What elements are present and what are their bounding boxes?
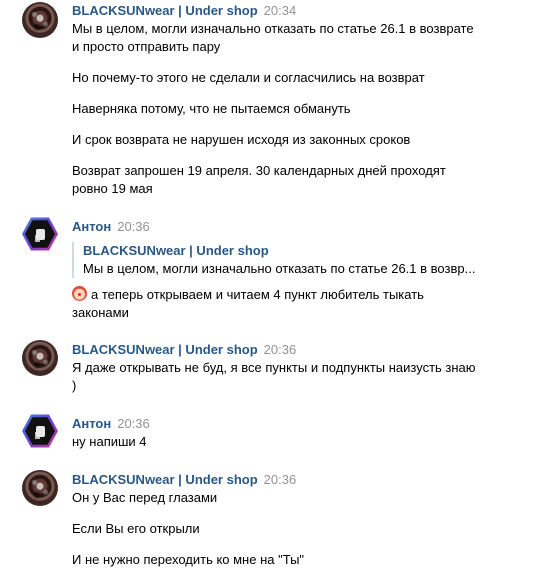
message-text-span: а теперь открываем и читаем 4 пункт люби… [91,287,424,302]
avatar[interactable] [22,414,58,448]
message-text: Если Вы его открыли [72,521,200,536]
message-text: Мы в целом, могли изначально отказать по… [72,21,474,36]
message-text: Но почему-то этого не сделали и согласчи… [72,70,425,85]
message-text: а теперь открываем и читаем 4 пункт люби… [72,286,424,304]
quote-text: Мы в целом, могли изначально отказать по… [83,261,476,276]
avatar[interactable] [22,470,58,506]
message-time[interactable]: 20:36 [117,219,150,234]
message-header: BLACKSUNwear | Under shop 20:36 [72,471,296,489]
reply-quote[interactable]: BLACKSUNwear | Under shop Мы в целом, мо… [72,242,503,278]
message-text: И срок возврата не нарушен исходя из зак… [72,132,411,147]
clown-face-icon [72,286,87,301]
message-header: BLACKSUNwear | Under shop 20:36 [72,341,296,359]
message-text: Я даже открывать не буд, я все пункты и … [72,360,476,375]
author-name[interactable]: Антон [72,416,111,431]
message-text: ну напиши 4 [72,434,147,449]
message-time[interactable]: 20:34 [264,3,297,18]
avatar[interactable] [22,2,58,38]
quote-author: BLACKSUNwear | Under shop [83,243,269,258]
message-text: Он у Вас перед глазами [72,490,218,505]
author-name[interactable]: BLACKSUNwear | Under shop [72,472,258,487]
message-header: BLACKSUNwear | Under shop 20:34 [72,2,296,20]
message-text: законами [72,305,129,320]
message-text: ) [72,378,77,393]
avatar[interactable] [22,340,58,376]
author-name[interactable]: Антон [72,219,111,234]
message-header: Антон 20:36 [72,415,150,433]
message-time[interactable]: 20:36 [117,416,150,431]
author-name[interactable]: BLACKSUNwear | Under shop [72,3,258,18]
message-text: и просто отправить пару [72,39,221,54]
message-text: Возврат запрошен 19 апреля. 30 календарн… [72,163,446,178]
message-header: Антон 20:36 [72,218,150,236]
message-feed: BLACKSUNwear | Under shop 20:34 Мы в цело… [0,0,555,581]
message-text: Наверняка потому, что не пытаемся обману… [72,101,351,116]
message-time[interactable]: 20:36 [264,342,297,357]
author-name[interactable]: BLACKSUNwear | Under shop [72,342,258,357]
avatar[interactable] [22,217,58,251]
message-text: ровно 19 мая [72,181,153,196]
message-text: И не нужно переходить ко мне на "Ты" [72,552,305,567]
message-time[interactable]: 20:36 [264,472,297,487]
